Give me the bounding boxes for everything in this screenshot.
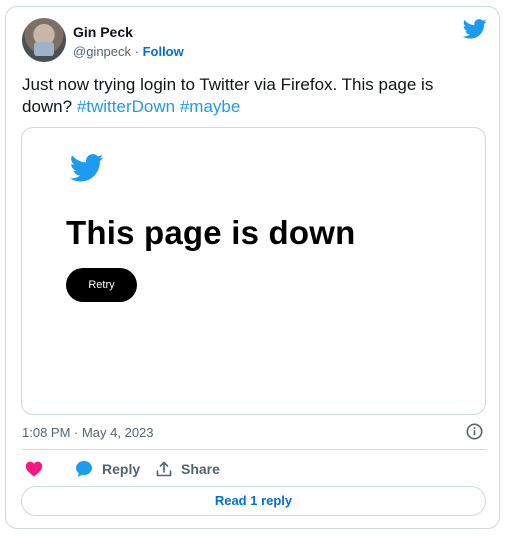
avatar[interactable]	[22, 18, 66, 62]
reply-label: Reply	[102, 461, 141, 477]
avatar-mask-detail	[34, 42, 54, 56]
author-display-name[interactable]: Gin Peck	[73, 24, 133, 40]
speech-bubble-icon	[76, 461, 92, 477]
tweet-embed-card: Gin Peck @ginpeck · Follow Just now tryi…	[5, 6, 500, 529]
twitter-bird-icon[interactable]	[463, 19, 487, 39]
follow-link[interactable]: Follow	[143, 44, 184, 59]
divider	[22, 449, 487, 450]
media-headline: This page is down	[66, 214, 356, 251]
reply-button[interactable]: Reply	[75, 459, 140, 479]
share-button[interactable]: Share	[156, 459, 220, 479]
hashtag-twitterdown[interactable]: #twitterDown	[77, 97, 175, 116]
share-label: Share	[181, 461, 220, 477]
hashtag-maybe[interactable]: #maybe	[180, 97, 240, 116]
tweet-media-screenshot[interactable]: This page is down Retry	[21, 127, 486, 415]
tweet-timestamp[interactable]: 1:08 PM · May 4, 2023	[22, 425, 154, 440]
retry-button: Retry	[66, 268, 137, 302]
author-handle[interactable]: @ginpeck	[73, 44, 131, 59]
author-handle-row: @ginpeck · Follow	[73, 44, 184, 59]
tweet-text: Just now trying login to Twitter via Fir…	[22, 74, 487, 118]
twitter-bird-icon	[70, 154, 104, 182]
like-button[interactable]	[25, 459, 43, 479]
heart-icon	[25, 461, 43, 477]
share-upload-icon	[156, 461, 172, 477]
handle-separator: ·	[131, 44, 143, 59]
read-replies-button[interactable]: Read 1 reply	[21, 486, 486, 516]
info-icon[interactable]	[466, 423, 483, 440]
